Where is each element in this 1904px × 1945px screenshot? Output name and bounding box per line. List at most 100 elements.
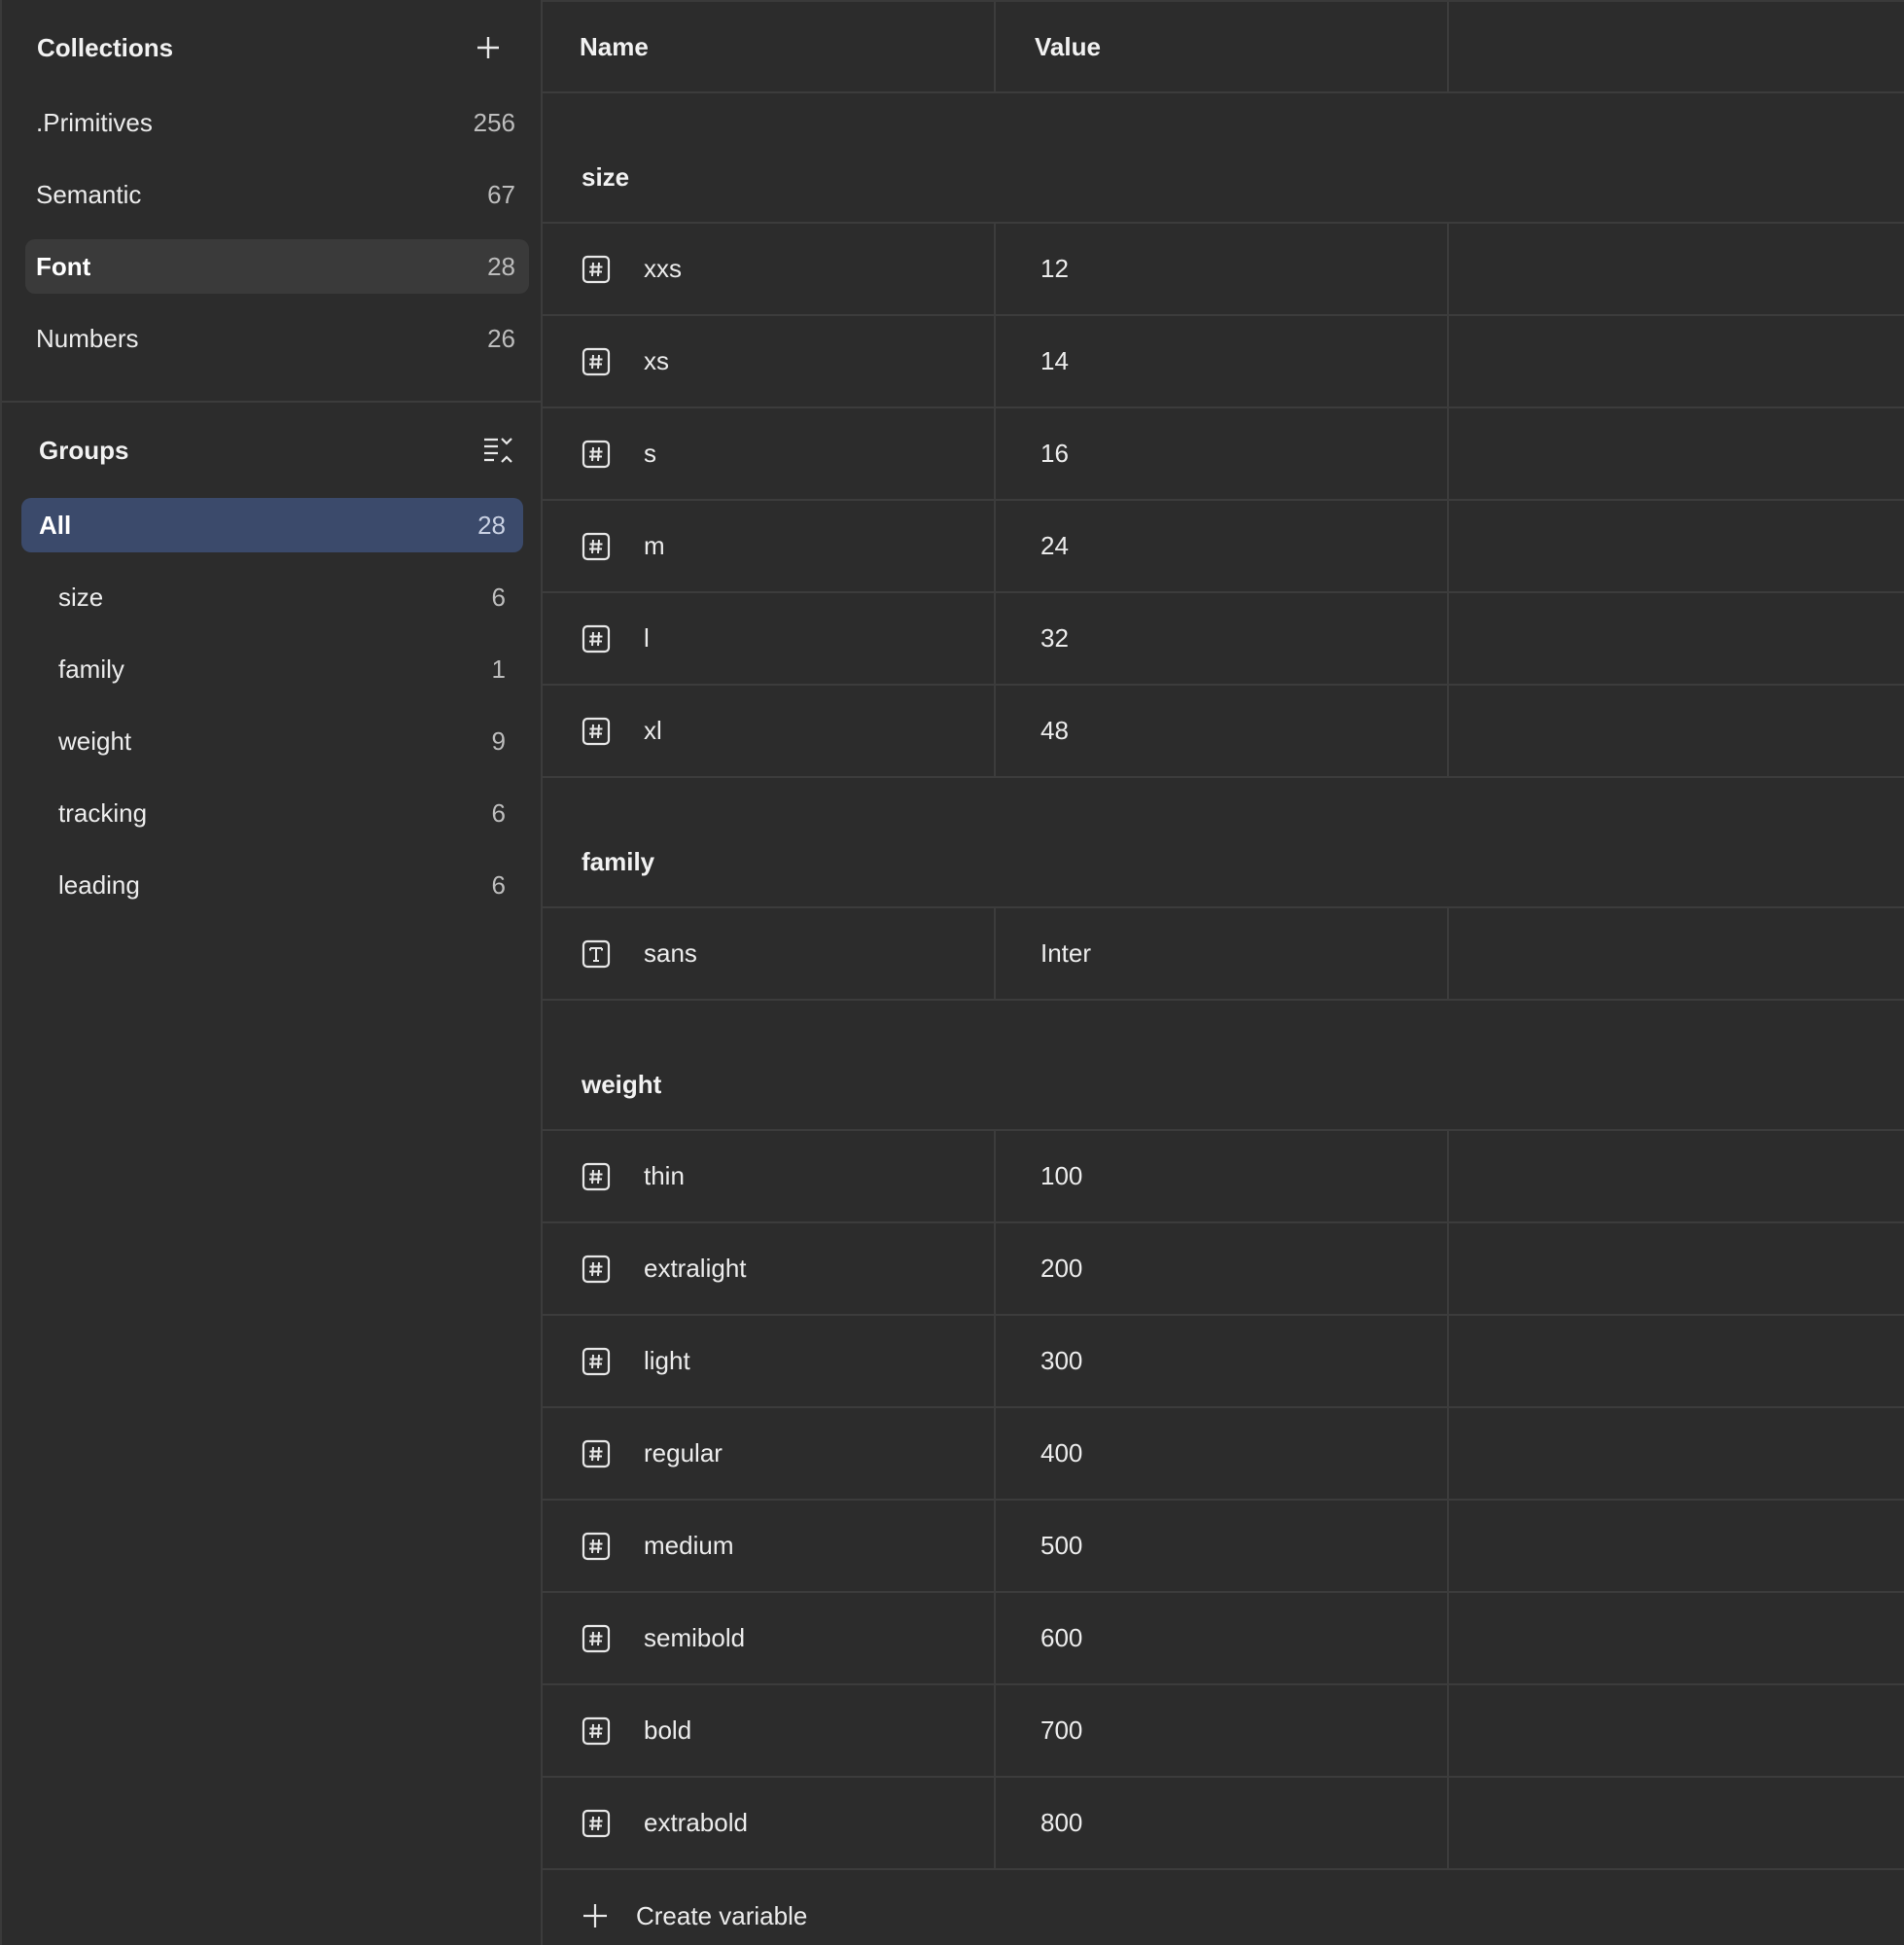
text-icon <box>582 939 611 968</box>
collection-item-semantic[interactable]: Semantic 67 <box>25 167 529 222</box>
table-row[interactable]: xl 48 <box>543 686 1904 778</box>
collection-item-primitives[interactable]: .Primitives 256 <box>25 95 529 150</box>
variable-extra-cell <box>1449 686 1904 776</box>
variable-value-cell[interactable]: 48 <box>996 686 1449 776</box>
group-item-tracking[interactable]: tracking 6 <box>21 786 523 840</box>
group-count: 6 <box>491 869 506 900</box>
collection-label: .Primitives <box>36 107 153 137</box>
variable-name: extrabold <box>644 1808 748 1837</box>
variable-name: l <box>644 623 650 653</box>
variable-value: 100 <box>1040 1161 1083 1190</box>
variable-value-cell[interactable]: 700 <box>996 1685 1449 1776</box>
variable-value: 800 <box>1040 1808 1083 1837</box>
variable-name-cell[interactable]: s <box>543 408 996 499</box>
group-count: 6 <box>491 797 506 828</box>
group-item-all[interactable]: All 28 <box>21 498 523 552</box>
group-heading: family <box>543 778 1904 908</box>
variable-value-cell[interactable]: 24 <box>996 501 1449 591</box>
table-row[interactable]: s 16 <box>543 408 1904 501</box>
variable-name-cell[interactable]: regular <box>543 1408 996 1499</box>
table-row[interactable]: extrabold 800 <box>543 1778 1904 1870</box>
collection-count: 256 <box>473 107 515 137</box>
column-header-value[interactable]: Value <box>996 2 1449 91</box>
table-row[interactable]: semibold 600 <box>543 1593 1904 1685</box>
variable-name-cell[interactable]: medium <box>543 1501 996 1591</box>
collection-item-font[interactable]: Font 28 <box>25 239 529 294</box>
variable-name: s <box>644 439 656 468</box>
collapse-groups-button[interactable] <box>480 433 515 468</box>
table-row[interactable]: extralight 200 <box>543 1223 1904 1316</box>
table-row[interactable]: regular 400 <box>543 1408 1904 1501</box>
create-variable-label: Create variable <box>636 1900 808 1930</box>
variable-name: xs <box>644 346 669 375</box>
variable-name: xxs <box>644 254 682 283</box>
variable-value: 500 <box>1040 1531 1083 1560</box>
variable-extra-cell <box>1449 224 1904 314</box>
variable-value: 200 <box>1040 1254 1083 1283</box>
variables-panel: Collections .Primitives 256 Semantic 67 … <box>0 0 1904 1945</box>
group-item-size[interactable]: size 6 <box>21 570 523 624</box>
variable-name-cell[interactable]: extralight <box>543 1223 996 1314</box>
create-variable-button[interactable]: Create variable <box>543 1870 1904 1945</box>
variable-name-cell[interactable]: l <box>543 593 996 684</box>
table-row[interactable]: bold 700 <box>543 1685 1904 1778</box>
variable-name-cell[interactable]: thin <box>543 1131 996 1221</box>
collections-title: Collections <box>37 32 174 62</box>
collection-label: Numbers <box>36 323 139 353</box>
variable-value: 300 <box>1040 1346 1083 1375</box>
table-row[interactable]: xxs 12 <box>543 224 1904 316</box>
number-icon <box>582 1255 611 1283</box>
column-header-name[interactable]: Name <box>543 2 996 91</box>
variable-value-cell[interactable]: 12 <box>996 224 1449 314</box>
collection-count: 28 <box>487 251 515 281</box>
table-row[interactable]: thin 100 <box>543 1131 1904 1223</box>
number-icon <box>582 347 611 375</box>
variable-extra-cell <box>1449 1223 1904 1314</box>
variable-name: medium <box>644 1531 734 1560</box>
variable-value-cell[interactable]: 200 <box>996 1223 1449 1314</box>
group-count: 6 <box>491 582 506 612</box>
group-item-weight[interactable]: weight 9 <box>21 714 523 768</box>
variable-name-cell[interactable]: xxs <box>543 224 996 314</box>
variable-name-cell[interactable]: semibold <box>543 1593 996 1683</box>
variable-name-cell[interactable]: sans <box>543 908 996 999</box>
variable-value-cell[interactable]: 16 <box>996 408 1449 499</box>
variable-value-cell[interactable]: 300 <box>996 1316 1449 1406</box>
variable-name: semibold <box>644 1623 746 1652</box>
variable-value: 12 <box>1040 254 1069 283</box>
variable-name-cell[interactable]: xl <box>543 686 996 776</box>
plus-icon <box>477 37 499 58</box>
variable-value-cell[interactable]: 100 <box>996 1131 1449 1221</box>
table-row[interactable]: medium 500 <box>543 1501 1904 1593</box>
variable-value-cell[interactable]: Inter <box>996 908 1449 999</box>
variable-value-cell[interactable]: 800 <box>996 1778 1449 1868</box>
collections-header: Collections <box>2 0 541 95</box>
variable-name: regular <box>644 1438 723 1468</box>
table-row[interactable]: xs 14 <box>543 316 1904 408</box>
variable-name-cell[interactable]: xs <box>543 316 996 407</box>
variable-value-cell[interactable]: 32 <box>996 593 1449 684</box>
number-icon <box>582 1439 611 1468</box>
group-item-leading[interactable]: leading 6 <box>21 858 523 912</box>
variable-value-cell[interactable]: 600 <box>996 1593 1449 1683</box>
variable-value-cell[interactable]: 400 <box>996 1408 1449 1499</box>
variable-value-cell[interactable]: 14 <box>996 316 1449 407</box>
variable-name: xl <box>644 716 662 745</box>
variable-name: m <box>644 531 665 560</box>
variable-name-cell[interactable]: m <box>543 501 996 591</box>
variable-name: bold <box>644 1715 692 1745</box>
collection-count: 67 <box>487 179 515 209</box>
variable-name-cell[interactable]: light <box>543 1316 996 1406</box>
table-row[interactable]: light 300 <box>543 1316 1904 1408</box>
group-item-family[interactable]: family 1 <box>21 642 523 696</box>
table-row[interactable]: l 32 <box>543 593 1904 686</box>
table-row[interactable]: sans Inter <box>543 908 1904 1001</box>
variable-name-cell[interactable]: extrabold <box>543 1778 996 1868</box>
variable-value-cell[interactable]: 500 <box>996 1501 1449 1591</box>
collection-item-numbers[interactable]: Numbers 26 <box>25 311 529 366</box>
group-label: All <box>39 510 72 540</box>
group-label: weight <box>58 725 132 756</box>
table-row[interactable]: m 24 <box>543 501 1904 593</box>
add-collection-button[interactable] <box>471 30 506 65</box>
variable-name-cell[interactable]: bold <box>543 1685 996 1776</box>
